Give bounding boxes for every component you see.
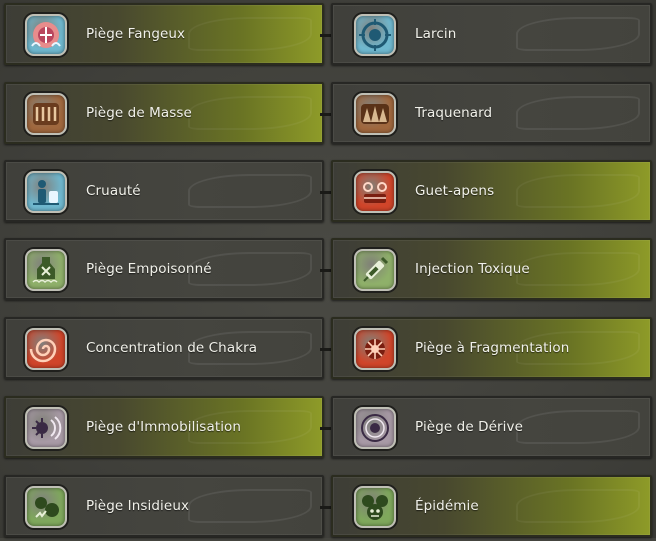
guet-apens-icon: [354, 171, 396, 213]
poisoned-trap-icon: [25, 249, 67, 291]
spell-name: Concentration de Chakra: [86, 340, 258, 356]
spell-name: Larcin: [415, 26, 457, 42]
spell-slot-mud-trap[interactable]: Piège Fangeux: [4, 3, 324, 65]
spell-slot-immobilisation-trap[interactable]: Piège d'Immobilisation: [4, 396, 324, 458]
spell-name: Piège Insidieux: [86, 498, 190, 514]
spell-row: Piège d'Immobilisation Piège de Dérive: [0, 396, 656, 462]
larceny-icon: [354, 14, 396, 56]
spell-row: Piège Fangeux Larcin: [0, 3, 656, 69]
spell-name: Piège à Fragmentation: [415, 340, 570, 356]
spell-name: Piège de Dérive: [415, 419, 524, 435]
spell-name: Cruauté: [86, 183, 141, 199]
spell-row: Piège de Masse Traquenard: [0, 82, 656, 148]
epidemic-icon: [354, 486, 396, 528]
immobilisation-trap-icon: [25, 407, 67, 449]
spell-name: Piège d'Immobilisation: [86, 419, 242, 435]
spell-slot-larceny[interactable]: Larcin: [331, 3, 652, 65]
background-ornament: [516, 174, 640, 208]
ambush-trap-icon: [354, 93, 396, 135]
spell-slot-epidemic[interactable]: Épidémie: [331, 475, 652, 537]
spell-slot-cruelty[interactable]: Cruauté: [4, 160, 324, 222]
spell-slot-ambush-trap[interactable]: Traquenard: [331, 82, 652, 144]
spell-slot-chakra-concentration[interactable]: Concentration de Chakra: [4, 317, 324, 379]
spell-name: Piège Fangeux: [86, 26, 186, 42]
spell-slot-fragmentation-trap[interactable]: Piège à Fragmentation: [331, 317, 652, 379]
spell-name: Injection Toxique: [415, 261, 530, 277]
spell-slot-insidious-trap[interactable]: Piège Insidieux: [4, 475, 324, 537]
spell-slot-guet-apens[interactable]: Guet-apens: [331, 160, 652, 222]
spell-row: Cruauté Guet-apens: [0, 160, 656, 226]
fragmentation-trap-icon: [354, 328, 396, 370]
mass-trap-icon: [25, 93, 67, 135]
spell-row: Concentration de Chakra Piège à Fragment…: [0, 317, 656, 383]
insidious-trap-icon: [25, 486, 67, 528]
spell-slot-toxic-injection[interactable]: Injection Toxique: [331, 238, 652, 300]
spell-slot-mass-trap[interactable]: Piège de Masse: [4, 82, 324, 144]
spell-row: Piège Insidieux Épidémie: [0, 475, 656, 541]
spell-name: Piège de Masse: [86, 105, 192, 121]
toxic-injection-icon: [354, 249, 396, 291]
spell-slot-poisoned-trap[interactable]: Piège Empoisonné: [4, 238, 324, 300]
background-ornament: [516, 252, 640, 286]
background-ornament: [188, 489, 312, 523]
spell-variant-grid: Piège Fangeux Larcin Piège de Masse Traq…: [0, 0, 656, 538]
spell-name: Guet-apens: [415, 183, 495, 199]
background-ornament: [516, 17, 640, 51]
spell-row: Piège Empoisonné Injection Toxique: [0, 238, 656, 304]
drift-trap-icon: [354, 407, 396, 449]
background-ornament: [516, 96, 640, 130]
background-ornament: [188, 17, 312, 51]
chakra-concentration-icon: [25, 328, 67, 370]
background-ornament: [516, 410, 640, 444]
cruelty-icon: [25, 171, 67, 213]
mud-trap-icon: [25, 14, 67, 56]
background-ornament: [188, 96, 312, 130]
background-ornament: [188, 174, 312, 208]
background-ornament: [516, 489, 640, 523]
spell-slot-drift-trap[interactable]: Piège de Dérive: [331, 396, 652, 458]
spell-name: Piège Empoisonné: [86, 261, 212, 277]
spell-name: Traquenard: [415, 105, 493, 121]
spell-name: Épidémie: [415, 498, 479, 514]
